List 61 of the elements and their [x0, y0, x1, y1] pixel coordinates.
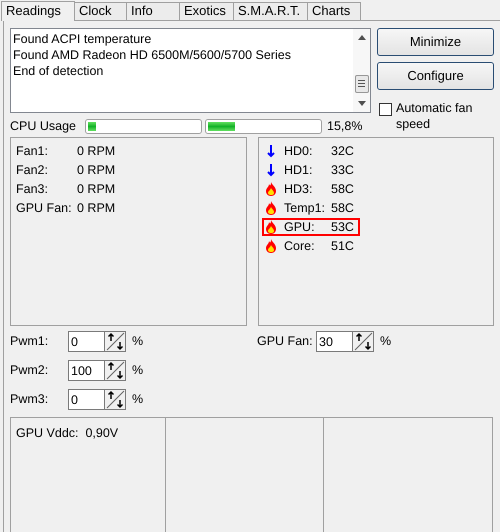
fan-reading: 0 RPM — [77, 200, 116, 216]
checkbox-label: Automatic fan speed — [396, 100, 474, 132]
temperature-reading: 32C — [331, 143, 354, 159]
flame-icon — [266, 182, 276, 196]
tab[interactable]: Exotics — [180, 2, 234, 20]
fan-label: Fan1: — [16, 143, 49, 159]
down-arrow-icon — [266, 144, 276, 158]
log-line: Found ACPI temperature — [13, 31, 152, 47]
tab[interactable]: Info — [127, 2, 180, 20]
log-line: Found AMD Radeon HD 6500M/5600/5700 Series — [13, 47, 292, 63]
percent-unit: % — [132, 362, 144, 380]
tab[interactable]: S.M.A.R.T. — [234, 2, 308, 20]
temperature-label: GPU: — [284, 219, 316, 235]
temperature-reading: 51C — [331, 238, 354, 254]
gpu-fan-label: GPU Fan: — [257, 333, 314, 350]
fan-reading: 0 RPM — [77, 181, 116, 197]
scrollbar[interactable] — [353, 29, 370, 112]
fan-label: GPU Fan: — [16, 200, 73, 216]
number-field[interactable]: 0 — [68, 389, 104, 410]
spinner-icon[interactable] — [104, 331, 126, 352]
checkbox[interactable] — [379, 103, 392, 116]
temperature-reading: 58C — [331, 181, 354, 197]
fan-reading: 0 RPM — [77, 162, 116, 178]
cpu-usage-reading: 15,8% — [327, 118, 362, 135]
temperature-label: HD1: — [284, 162, 314, 178]
temperature-label: HD0: — [284, 143, 314, 159]
pwm-label: Pwm1: — [10, 333, 50, 350]
temperature-label: HD3: — [284, 181, 314, 197]
temperature-label: Temp1: — [284, 200, 326, 216]
temperature-reading: 58C — [331, 200, 354, 216]
pwm-label: Pwm2: — [10, 362, 50, 380]
fan-label: Fan2: — [16, 162, 49, 178]
number-field[interactable]: 30 — [316, 331, 352, 352]
fan-reading: 0 RPM — [77, 143, 116, 159]
scroll-down-icon[interactable] — [358, 101, 366, 106]
scroll-thumb[interactable] — [354, 74, 368, 92]
flame-icon — [266, 239, 276, 253]
percent-unit: % — [132, 333, 144, 350]
log-line: End of detection — [13, 63, 104, 79]
spinner-icon[interactable] — [352, 331, 374, 352]
button[interactable]: Configure — [377, 62, 494, 90]
tab[interactable]: Charts — [308, 2, 361, 20]
tab[interactable]: Readings — [1, 1, 75, 21]
spinner-icon[interactable] — [104, 360, 126, 381]
cpu-usage-label: CPU Usage — [10, 118, 77, 135]
temperature-label: Core: — [284, 238, 316, 254]
flame-icon — [266, 201, 276, 215]
spinner-icon[interactable] — [104, 389, 126, 410]
scroll-up-icon[interactable] — [358, 35, 366, 40]
gpu-vddc-reading: GPU Vddc: 0,90V — [16, 426, 118, 440]
down-arrow-icon — [266, 163, 276, 177]
number-field[interactable]: 0 — [68, 331, 104, 352]
temperature-reading: 33C — [331, 162, 354, 178]
tab[interactable]: Clock — [75, 2, 127, 20]
fan-label: Fan3: — [16, 181, 49, 197]
percent-unit: % — [132, 391, 144, 408]
temperature-reading: 53C — [331, 219, 354, 235]
pwm-label: Pwm3: — [10, 391, 50, 408]
percent-unit: % — [380, 333, 392, 350]
button[interactable]: Minimize — [377, 28, 494, 56]
number-field[interactable]: 100 — [68, 360, 104, 381]
